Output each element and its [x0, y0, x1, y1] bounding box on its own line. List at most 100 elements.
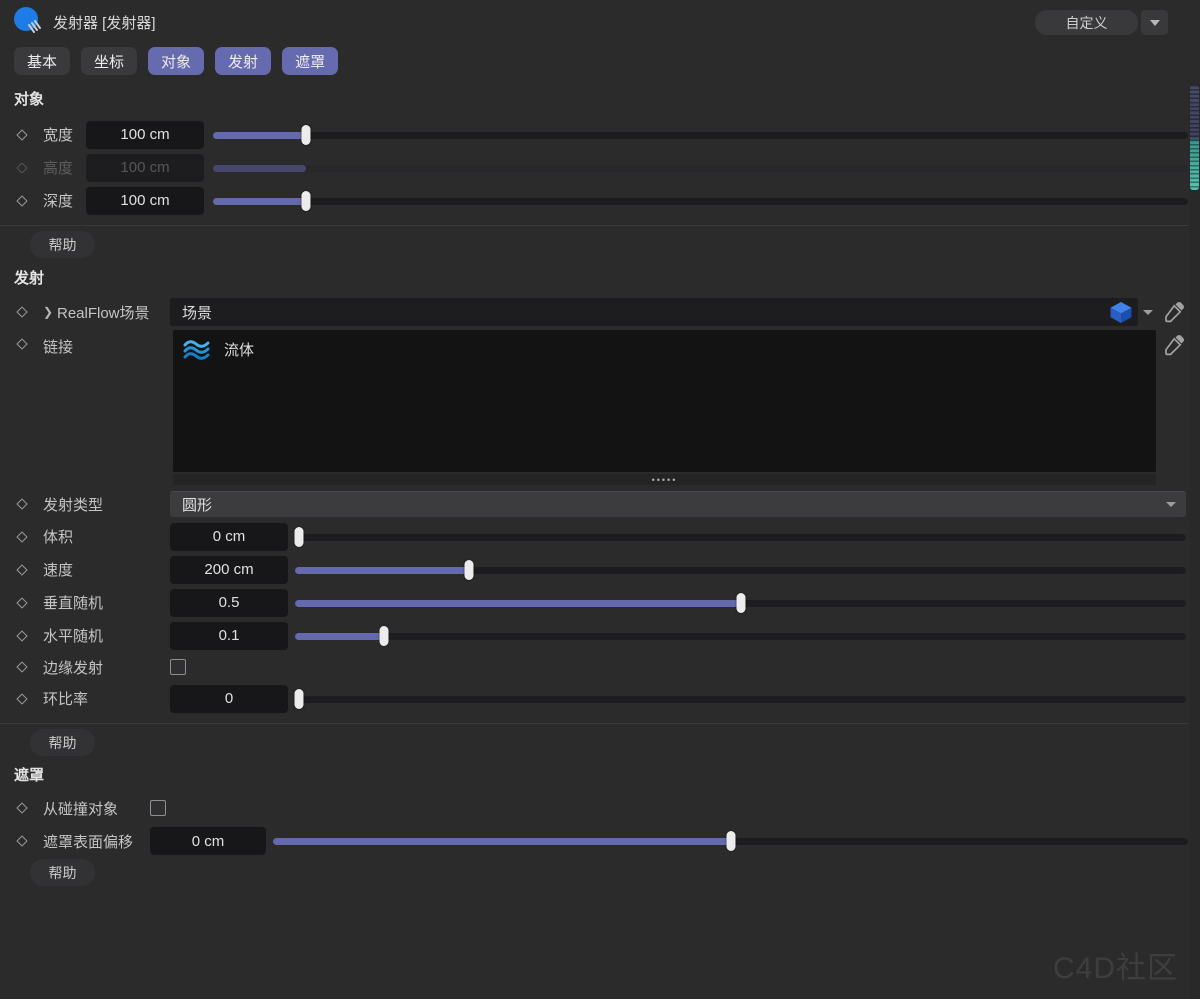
slider-fill — [295, 600, 741, 607]
slider-fill — [213, 198, 306, 205]
keyframe-diamond-icon — [16, 162, 27, 173]
vertical-random-label: 垂直随机 — [43, 592, 160, 613]
tab-emission[interactable]: 发射 — [215, 47, 271, 75]
section-title-mask: 遮罩 — [14, 764, 1200, 784]
slider-handle[interactable] — [736, 593, 745, 613]
depth-slider[interactable] — [213, 190, 1188, 212]
list-resize-bar[interactable]: ••••• — [173, 474, 1156, 485]
chevron-down-icon — [1166, 502, 1176, 507]
speed-slider[interactable] — [295, 559, 1186, 581]
expand-chevron-icon[interactable]: ❯ — [43, 305, 57, 319]
tab-object[interactable]: 对象 — [148, 47, 204, 75]
width-input[interactable]: 100 cm — [86, 121, 204, 149]
height-value: 100 cm — [120, 159, 169, 176]
vertical-random-value: 0.5 — [219, 594, 240, 611]
attribute-manager-panel: 发射器 [发射器] 自定义 基本 坐标 对象 发射 遮罩 对象 宽度 100 c… — [0, 0, 1200, 999]
help-button-emission[interactable]: 帮助 — [30, 729, 95, 756]
realflow-scene-row: ❯ RealFlow场景 场景 — [0, 298, 1200, 326]
link-row: 链接 流体 ••••• — [0, 330, 1200, 485]
volume-value: 0 cm — [213, 528, 246, 545]
width-slider[interactable] — [213, 124, 1188, 146]
scene-picker-button[interactable] — [1162, 300, 1186, 324]
tab-coordinates[interactable]: 坐标 — [81, 47, 137, 75]
keyframe-diamond-icon[interactable] — [16, 195, 27, 206]
keyframe-diamond-icon[interactable] — [16, 564, 27, 575]
watermark-text: C4D社区 — [1053, 943, 1178, 987]
link-list-box[interactable]: 流体 — [173, 330, 1156, 472]
chevron-down-icon — [1150, 20, 1160, 26]
volume-row: 体积 0 cm — [0, 520, 1200, 553]
preset-arrow-button[interactable] — [1141, 10, 1168, 35]
eyedropper-icon — [1162, 333, 1186, 357]
depth-input[interactable]: 100 cm — [86, 187, 204, 215]
vertical-random-slider[interactable] — [295, 592, 1186, 614]
slider-handle[interactable] — [726, 831, 735, 851]
scene-label: RealFlow场景 — [57, 302, 170, 323]
edge-emit-checkbox[interactable] — [170, 659, 186, 675]
section-title-object: 对象 — [14, 88, 1200, 108]
panel-title: 发射器 [发射器] — [53, 12, 156, 33]
link-picker-button[interactable] — [1162, 333, 1186, 357]
link-list-item[interactable]: 流体 — [183, 338, 254, 360]
speed-value: 200 cm — [204, 561, 253, 578]
keyframe-diamond-icon[interactable] — [16, 129, 27, 140]
keyframe-diamond-icon[interactable] — [16, 630, 27, 641]
scene-link-field[interactable]: 场景 — [170, 298, 1138, 326]
ring-ratio-input[interactable]: 0 — [170, 685, 288, 713]
section-title-emission: 发射 — [14, 267, 1200, 287]
slider-track — [213, 132, 1188, 139]
horizontal-random-slider[interactable] — [295, 625, 1186, 647]
preset-dropdown[interactable]: 自定义 — [1035, 10, 1138, 35]
keyframe-diamond-icon[interactable] — [16, 531, 27, 542]
object-rows: 宽度 100 cm 高度 100 cm 深度 100 cm — [0, 118, 1200, 217]
keyframe-diamond-icon[interactable] — [16, 498, 27, 509]
tab-basic[interactable]: 基本 — [14, 47, 70, 75]
keyframe-diamond-icon[interactable] — [16, 661, 27, 672]
slider-handle[interactable] — [295, 689, 304, 709]
emit-type-value: 圆形 — [182, 494, 1166, 515]
panel-header: 发射器 [发射器] 自定义 — [0, 0, 1200, 44]
tab-mask[interactable]: 遮罩 — [282, 47, 338, 75]
keyframe-diamond-icon[interactable] — [16, 835, 27, 846]
speed-input[interactable]: 200 cm — [170, 556, 288, 584]
keyframe-diamond-icon[interactable] — [16, 693, 27, 704]
link-label: 链接 — [43, 336, 173, 357]
emit-type-dropdown[interactable]: 圆形 — [170, 491, 1186, 517]
mask-surface-offset-input[interactable]: 0 cm — [150, 827, 266, 855]
vertical-random-input[interactable]: 0.5 — [170, 589, 288, 617]
slider-fill — [213, 132, 306, 139]
keyframe-diamond-icon[interactable] — [16, 338, 27, 349]
volume-slider[interactable] — [295, 526, 1186, 548]
keyframe-diamond-icon[interactable] — [16, 306, 27, 317]
ring-ratio-slider[interactable] — [295, 688, 1186, 710]
vertical-random-row: 垂直随机 0.5 — [0, 586, 1200, 619]
horizontal-random-input[interactable]: 0.1 — [170, 622, 288, 650]
mask-surface-offset-slider[interactable] — [273, 830, 1188, 852]
slider-handle[interactable] — [295, 527, 304, 547]
help-button-mask[interactable]: 帮助 — [30, 859, 95, 886]
slider-fill — [213, 165, 306, 172]
from-collision-checkbox[interactable] — [150, 800, 166, 816]
slider-track — [213, 198, 1188, 205]
slider-handle[interactable] — [464, 560, 473, 580]
mask-surface-offset-label: 遮罩表面偏移 — [43, 831, 140, 852]
height-slider — [213, 157, 1188, 179]
ring-ratio-value: 0 — [225, 690, 233, 707]
depth-value: 100 cm — [120, 192, 169, 209]
slider-handle[interactable] — [380, 626, 389, 646]
scene-field-value: 场景 — [182, 302, 212, 323]
scene-dropdown-arrow[interactable] — [1140, 310, 1156, 315]
speed-row: 速度 200 cm — [0, 553, 1200, 586]
volume-input[interactable]: 0 cm — [170, 523, 288, 551]
help-button-object[interactable]: 帮助 — [30, 231, 95, 258]
keyframe-diamond-icon[interactable] — [16, 597, 27, 608]
keyframe-diamond-icon[interactable] — [16, 802, 27, 813]
vertical-scrollbar-track[interactable] — [1189, 82, 1200, 999]
section-divider — [0, 723, 1200, 724]
slider-handle[interactable] — [301, 125, 310, 145]
slider-handle[interactable] — [301, 191, 310, 211]
horizontal-random-label: 水平随机 — [43, 625, 160, 646]
height-input: 100 cm — [86, 154, 204, 182]
vertical-scrollbar-thumb[interactable] — [1190, 85, 1199, 190]
realflow-scene-icon — [1108, 301, 1134, 324]
